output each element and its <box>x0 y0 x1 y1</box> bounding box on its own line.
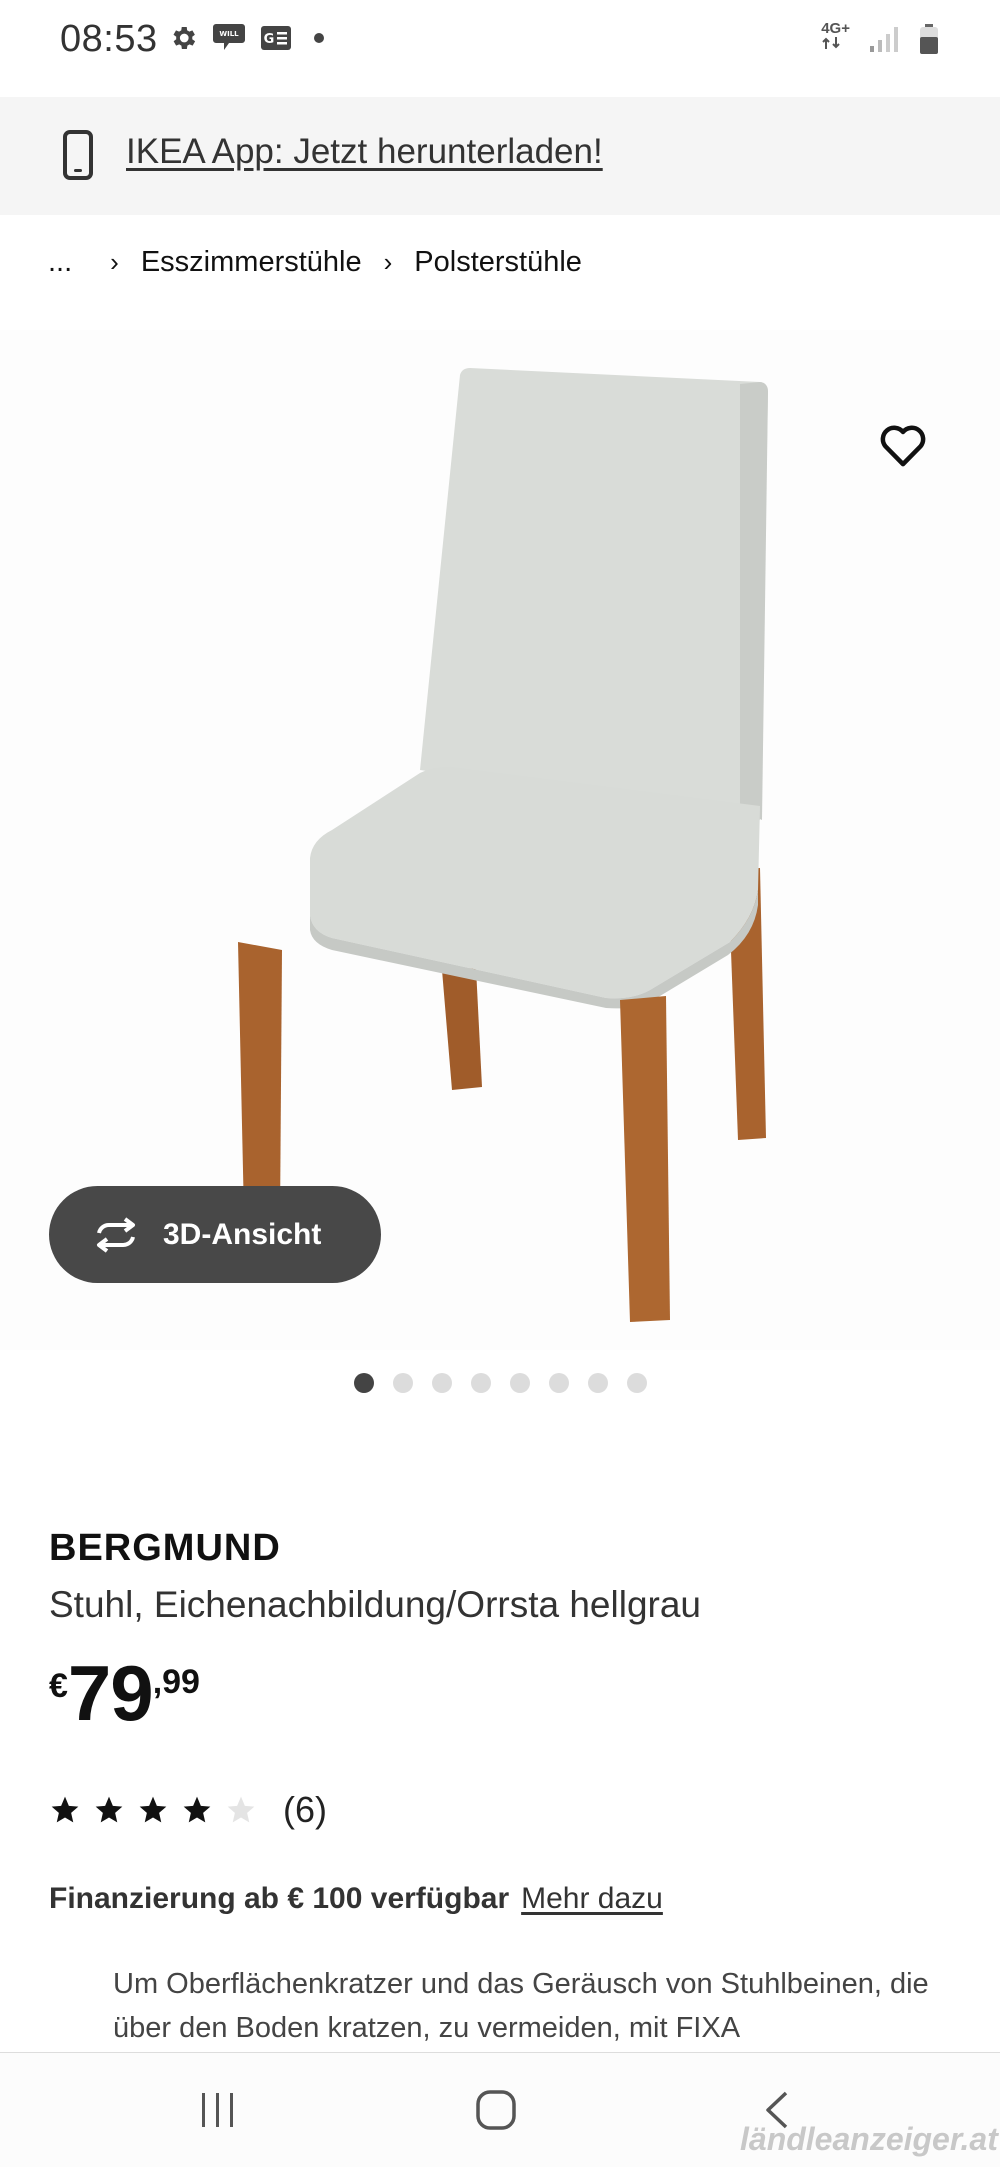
gallery-dot-1[interactable] <box>354 1373 374 1393</box>
breadcrumb-ellipsis[interactable]: ... <box>48 246 72 279</box>
watermark-text: ländleanzeiger.at <box>740 2121 998 2157</box>
navigation-bar: ländleanzeiger.at <box>0 2052 1000 2167</box>
gallery-dot-5[interactable] <box>510 1373 530 1393</box>
status-icons-left: WILL G <box>168 22 324 54</box>
app-download-banner[interactable]: IKEA App: Jetzt herunterladen! <box>0 97 1000 215</box>
breadcrumb-item-esszimmerstuehle[interactable]: Esszimmerstühle <box>141 246 362 279</box>
gallery-pagination <box>354 1373 647 1393</box>
product-image[interactable] <box>220 330 780 1330</box>
gear-icon <box>173 27 196 49</box>
gallery-dot-6[interactable] <box>549 1373 569 1393</box>
svg-text:WILL: WILL <box>219 30 239 38</box>
view-3d-label: 3D-Ansicht <box>163 1217 322 1251</box>
star-filled-icon <box>139 1796 167 1823</box>
product-description: Stuhl, Eichenachbildung/Orrsta hellgrau <box>49 1584 701 1625</box>
phone-icon <box>63 130 93 180</box>
product-rating[interactable]: (6) <box>49 1789 327 1831</box>
status-bar: 08:53 WILL G 4G+ <box>0 0 1000 96</box>
product-price: € 79 ,99 <box>49 1653 200 1733</box>
price-currency: € <box>49 1667 68 1705</box>
news-icon: G <box>261 26 291 50</box>
breadcrumb-separator: › <box>110 247 119 277</box>
price-integer: 79 <box>67 1649 154 1737</box>
gallery-dot-8[interactable] <box>627 1373 647 1393</box>
rating-count[interactable]: (6) <box>283 1789 327 1831</box>
rotate-3d-icon <box>97 1216 135 1253</box>
favorite-heart-icon[interactable] <box>876 418 930 472</box>
signal-icon <box>870 26 898 52</box>
financing-info: Finanzierung ab € 100 verfügbar Mehr daz… <box>49 1882 663 1916</box>
battery-icon <box>920 23 938 54</box>
recent-apps-icon[interactable] <box>198 2091 238 2129</box>
breadcrumb: ... › Esszimmerstühle › Polsterstühle <box>48 246 582 279</box>
view-3d-button[interactable]: 3D-Ansicht <box>49 1186 381 1283</box>
chat-icon: WILL <box>213 24 245 50</box>
network-icon: 4G+ <box>821 21 850 55</box>
financing-text: Finanzierung ab € 100 verfügbar <box>49 1882 510 1915</box>
financing-more-link[interactable]: Mehr dazu <box>521 1882 663 1916</box>
star-filled-icon <box>183 1796 211 1823</box>
status-time: 08:53 <box>60 18 158 60</box>
app-download-link[interactable]: IKEA App: Jetzt herunterladen! <box>126 132 603 172</box>
status-icons-right: 4G+ <box>821 21 940 55</box>
dot-icon <box>314 33 324 43</box>
breadcrumb-item-polsterstuehle[interactable]: Polsterstühle <box>414 246 582 279</box>
star-filled-icon <box>51 1796 79 1823</box>
star-empty-icon <box>227 1796 255 1823</box>
price-decimal: ,99 <box>152 1663 200 1701</box>
product-info-text: Um Oberflächenkratzer und das Geräusch v… <box>113 1968 929 2044</box>
star-filled-icon <box>95 1796 123 1823</box>
gallery-dot-3[interactable] <box>432 1373 452 1393</box>
gallery-dot-2[interactable] <box>393 1373 413 1393</box>
gallery-dot-4[interactable] <box>471 1373 491 1393</box>
product-gallery[interactable]: 3D-Ansicht <box>0 330 1000 1393</box>
svg-text:G: G <box>264 32 275 47</box>
product-name: BERGMUND <box>49 1527 281 1569</box>
gallery-dot-7[interactable] <box>588 1373 608 1393</box>
home-icon[interactable] <box>474 2089 518 2131</box>
breadcrumb-separator: › <box>383 247 393 277</box>
